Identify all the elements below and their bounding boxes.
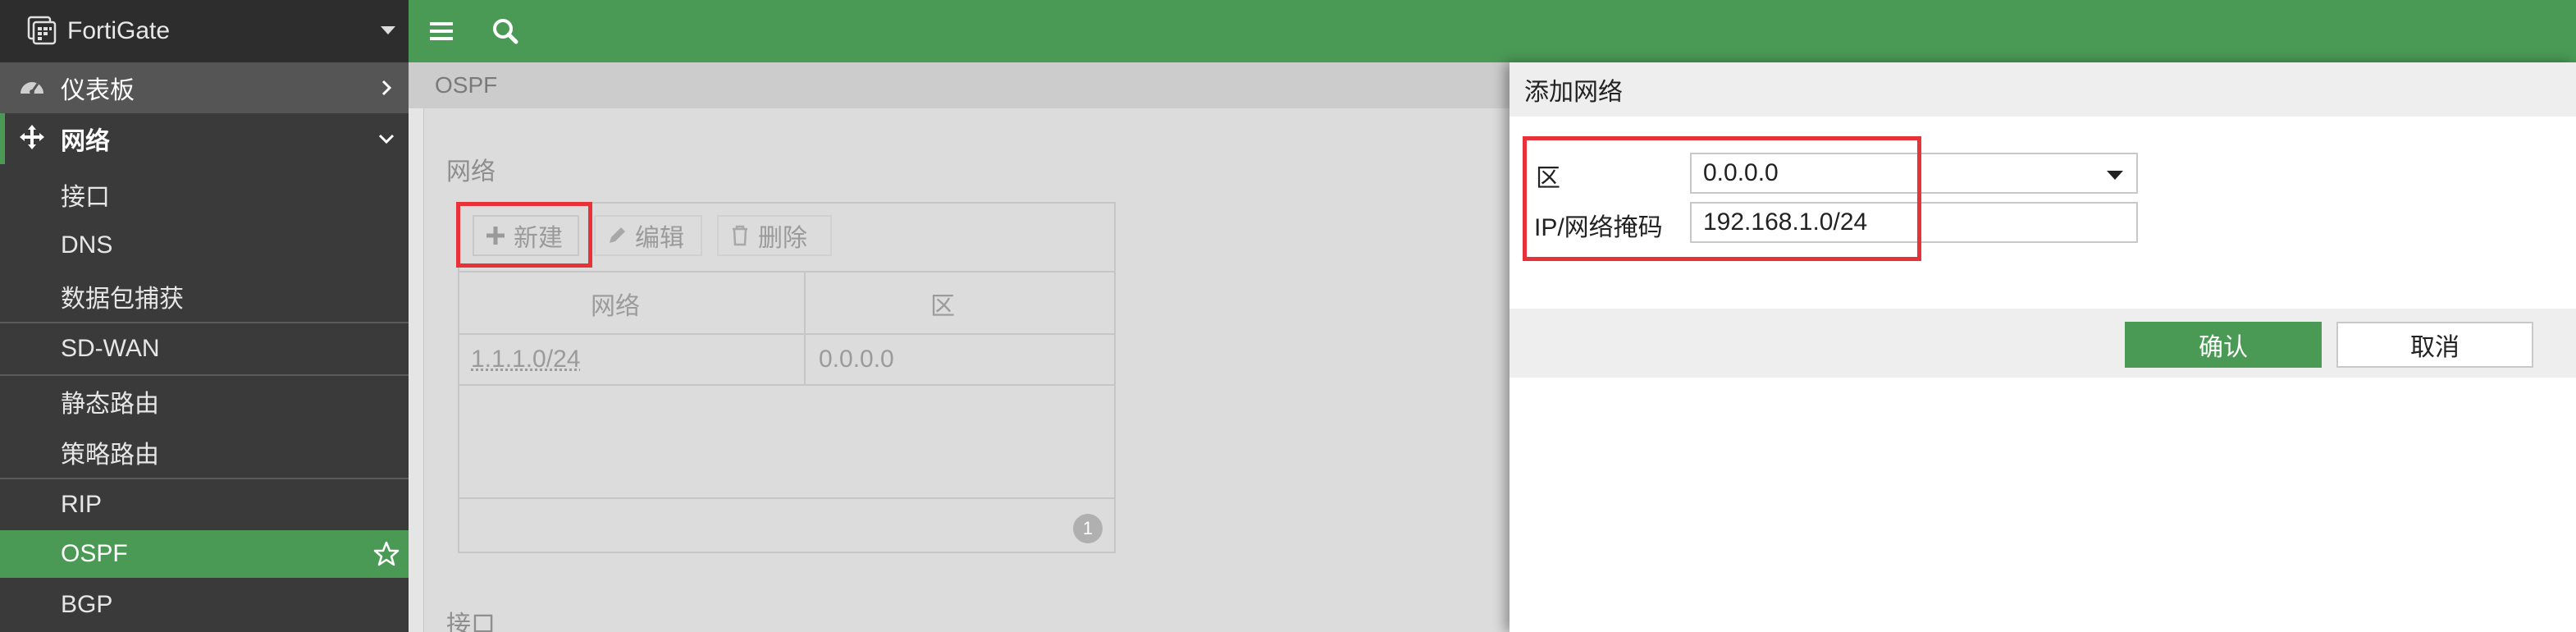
sidebar-item-interfaces[interactable]: 接口 bbox=[0, 169, 409, 220]
networks-section-title: 网络 bbox=[446, 158, 496, 185]
sidebar-header[interactable]: FortiGate bbox=[0, 0, 409, 62]
top-bar bbox=[409, 0, 2576, 62]
sidebar-item-bgp[interactable]: BGP bbox=[0, 579, 409, 630]
fortigate-logo-icon bbox=[27, 16, 57, 45]
sidebar-item-label: RIP bbox=[61, 491, 103, 518]
edit-button-label: 编辑 bbox=[635, 225, 684, 252]
sidebar-item-label: 策略路由 bbox=[61, 442, 159, 469]
chevron-right-icon bbox=[381, 80, 392, 96]
page-count-badge: 1 bbox=[1073, 514, 1103, 543]
edit-button[interactable]: 编辑 bbox=[594, 215, 702, 256]
nav-network[interactable]: 网络 bbox=[0, 113, 409, 164]
grid-header-top-line bbox=[458, 271, 1116, 272]
interfaces-section-title: 接口 bbox=[446, 611, 496, 632]
cell-network[interactable]: 1.1.1.0/24 bbox=[471, 337, 580, 382]
sidebar-item-packet-capture[interactable]: 数据包捕获 bbox=[0, 271, 409, 322]
dropdown-arrow-icon bbox=[2107, 171, 2123, 180]
sidebar-item-ospf[interactable]: OSPF bbox=[0, 530, 409, 578]
sidebar-item-label: DNS bbox=[61, 231, 113, 259]
nav-network-label: 网络 bbox=[61, 128, 110, 155]
search-icon[interactable] bbox=[489, 15, 522, 48]
dashboard-icon bbox=[21, 82, 43, 94]
sidebar-item-sd-wan[interactable]: SD-WAN bbox=[0, 323, 409, 374]
pencil-icon bbox=[610, 227, 625, 243]
grid-footer-line bbox=[458, 497, 1116, 499]
sidebar-item-label: SD-WAN bbox=[61, 335, 160, 362]
hamburger-icon[interactable] bbox=[425, 15, 458, 48]
sidebar-item-label: BGP bbox=[61, 591, 113, 618]
delete-button-label: 删除 bbox=[758, 225, 807, 252]
highlight-box-new-button bbox=[456, 202, 592, 268]
caret-down-icon[interactable] bbox=[381, 26, 395, 34]
sidebar-item-rip[interactable]: RIP bbox=[0, 479, 409, 530]
grid-column-divider bbox=[804, 271, 806, 384]
highlight-box-form-fields bbox=[1523, 136, 1921, 261]
page-title: OSPF bbox=[435, 72, 498, 98]
breadcrumb: OSPF bbox=[409, 62, 1510, 108]
sidebar-item-static-routes[interactable]: 静态路由 bbox=[0, 376, 409, 427]
sidebar: FortiGate 仪表板 网络 接口 DNS 数据包捕获 SD-WAN 静态路… bbox=[0, 0, 409, 632]
grid-row-line bbox=[458, 384, 1116, 386]
sidebar-item-label: 接口 bbox=[61, 184, 110, 211]
cell-area: 0.0.0.0 bbox=[819, 346, 894, 373]
nav-dashboard[interactable]: 仪表板 bbox=[0, 62, 409, 113]
cancel-button[interactable]: 取消 bbox=[2336, 322, 2533, 368]
trash-icon bbox=[733, 225, 747, 246]
column-header-area[interactable]: 区 bbox=[930, 279, 955, 328]
sidebar-item-label: 数据包捕获 bbox=[61, 286, 184, 313]
sidebar-item-label: OSPF bbox=[61, 540, 128, 567]
ok-button[interactable]: 确认 bbox=[2125, 322, 2322, 368]
column-header-network[interactable]: 网络 bbox=[591, 279, 640, 328]
chevron-down-icon bbox=[378, 134, 395, 144]
sidebar-item-dns[interactable]: DNS bbox=[0, 220, 409, 271]
favorite-star-icon[interactable] bbox=[372, 540, 400, 568]
delete-button[interactable]: 删除 bbox=[717, 215, 832, 256]
brand-name: FortiGate bbox=[67, 17, 171, 44]
network-move-icon bbox=[20, 125, 44, 149]
grid-header-bottom-line bbox=[458, 333, 1116, 335]
sidebar-item-policy-routes[interactable]: 策略路由 bbox=[0, 427, 409, 478]
nav-dashboard-label: 仪表板 bbox=[61, 77, 135, 104]
sidebar-item-label: 静态路由 bbox=[61, 391, 159, 418]
dialog-title: 添加网络 bbox=[1510, 62, 2576, 117]
